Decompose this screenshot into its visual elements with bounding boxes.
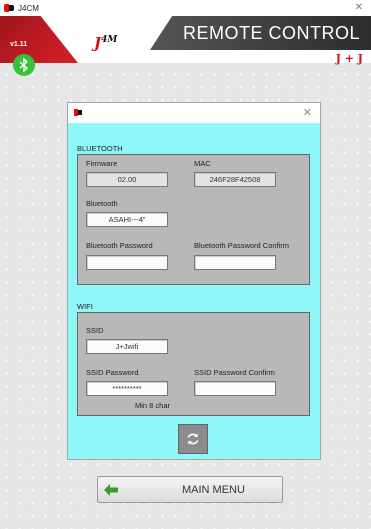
brand-right-logo: J + J xyxy=(335,52,363,65)
dialog-close-icon[interactable]: ✕ xyxy=(303,106,312,119)
version-label: v1.11 xyxy=(10,41,28,48)
ssid-password-confirm-input[interactable] xyxy=(194,381,276,396)
bluetooth-group: Firmware 02.00 MAC 246F28F42508 Bluetoot… xyxy=(77,154,310,285)
window-titlebar: J4CM ✕ xyxy=(0,0,371,16)
settings-dialog: ✕ BLUETOOTH Firmware 02.00 MAC 246F28F42… xyxy=(67,102,321,460)
bluetooth-password-confirm-label: Bluetooth Password Confirm xyxy=(194,241,290,250)
header: v1.11 J4M REMOTE CONTROL J + J xyxy=(0,16,371,65)
ssid-label: SSID xyxy=(86,326,104,335)
page-title: REMOTE CONTROL xyxy=(183,23,361,43)
refresh-icon xyxy=(187,433,199,445)
ssid-password-confirm-label: SSID Password Confirm xyxy=(194,368,275,377)
ssid-input[interactable]: J+Jwifi xyxy=(86,339,168,354)
main-menu-label: MAIN MENU xyxy=(182,484,245,496)
mac-field: 246F28F42508 xyxy=(194,172,276,187)
header-red-corner xyxy=(0,16,78,63)
mac-label: MAC xyxy=(194,159,211,168)
bluetooth-name-label: Bluetooth xyxy=(86,199,118,208)
brand-logo: J4M xyxy=(94,34,118,52)
firmware-label: Firmware xyxy=(86,159,118,168)
wifi-section-title: WIFI xyxy=(77,302,93,311)
wifi-group: SSID J+Jwifi SSID Password ********** SS… xyxy=(77,312,310,416)
bluetooth-password-input[interactable] xyxy=(86,255,168,270)
main-menu-button[interactable]: MAIN MENU xyxy=(97,476,283,503)
firmware-field: 02.00 xyxy=(86,172,168,187)
dialog-logo-icon xyxy=(74,109,82,116)
password-min-hint: Min 8 char xyxy=(135,401,171,410)
dialog-header: ✕ xyxy=(68,103,320,123)
app-background: v1.11 J4M REMOTE CONTROL J + J ✕ BLUETOO… xyxy=(0,16,371,529)
app-logo-icon xyxy=(4,4,14,12)
bluetooth-icon[interactable] xyxy=(13,54,35,76)
window-close-icon[interactable]: ✕ xyxy=(355,2,363,13)
bluetooth-password-confirm-input[interactable] xyxy=(194,255,276,270)
ssid-password-label: SSID Password xyxy=(86,368,139,377)
refresh-button[interactable] xyxy=(178,424,208,454)
bluetooth-name-input[interactable]: ASAHI---4" xyxy=(86,212,168,227)
bluetooth-password-label: Bluetooth Password xyxy=(86,241,153,250)
left-arrow-icon xyxy=(104,484,118,496)
window-title: J4CM xyxy=(18,3,39,13)
ssid-password-input[interactable]: ********** xyxy=(86,381,168,396)
bluetooth-section-title: BLUETOOTH xyxy=(77,144,123,153)
